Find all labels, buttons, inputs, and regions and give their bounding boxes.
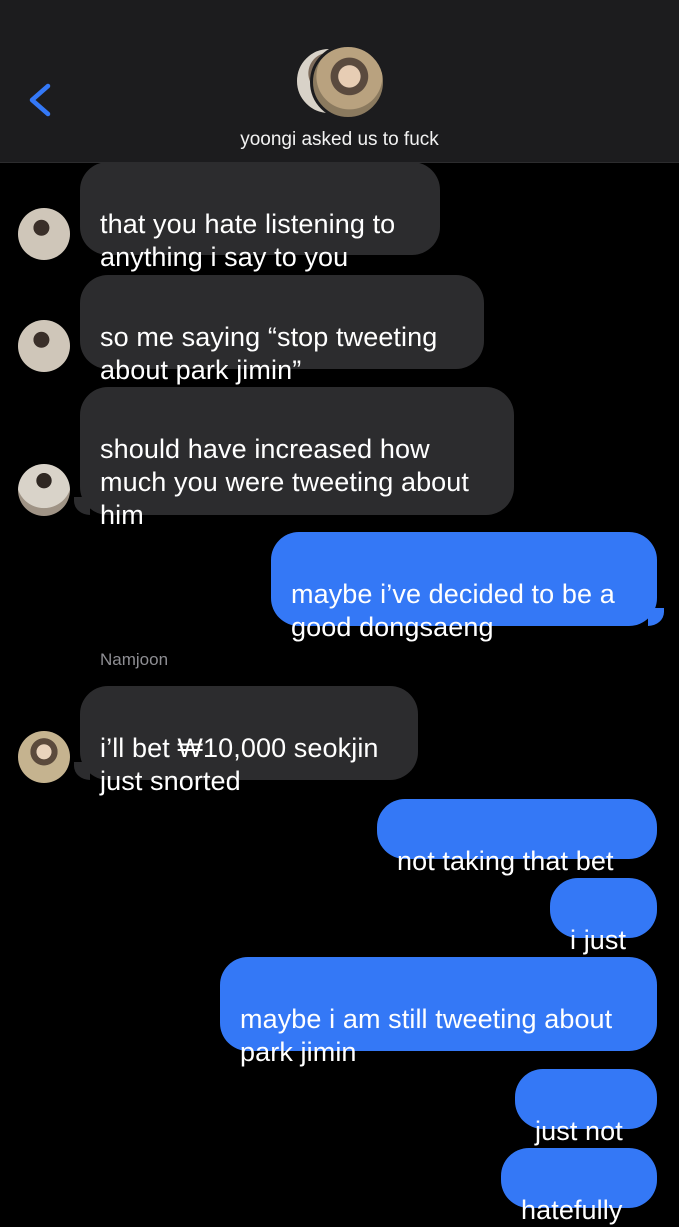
- message-bubble-outgoing[interactable]: maybe i am still tweeting about park jim…: [220, 957, 657, 1067]
- group-avatar[interactable]: [294, 44, 386, 120]
- bubble-tail: [74, 497, 90, 515]
- group-member-avatar: [310, 44, 386, 120]
- sender-avatar[interactable]: [18, 731, 70, 783]
- message-bubble-incoming[interactable]: that you hate listening to anything i sa…: [80, 162, 440, 272]
- conversation-title[interactable]: yoongi asked us to fuck: [0, 129, 679, 151]
- sender-avatar[interactable]: [18, 208, 70, 260]
- message-text: so me saying “stop tweeting about park j…: [100, 322, 438, 385]
- conversation-header: yoongi asked us to fuck: [0, 0, 679, 163]
- message-bubble-outgoing[interactable]: i just: [550, 878, 657, 955]
- message-text: i just: [570, 925, 627, 955]
- sender-avatar[interactable]: [18, 320, 70, 372]
- message-text: just not: [535, 1116, 623, 1146]
- message-text: not taking that bet: [397, 846, 614, 876]
- back-button[interactable]: [22, 78, 62, 122]
- message-bubble-outgoing[interactable]: not taking that bet: [377, 799, 657, 876]
- message-text: should have increased how much you were …: [100, 434, 470, 530]
- sender-name: Namjoon: [100, 650, 169, 669]
- message-bubble-outgoing[interactable]: hatefully: [501, 1148, 657, 1225]
- chevron-left-icon: [29, 83, 51, 117]
- bubble-tail: [648, 608, 664, 626]
- message-bubble-outgoing[interactable]: maybe i’ve decided to be a good dongsaen…: [271, 532, 657, 642]
- message-bubble-incoming[interactable]: so me saying “stop tweeting about park j…: [80, 275, 484, 385]
- message-text: maybe i’ve decided to be a good dongsaen…: [291, 579, 615, 642]
- message-bubble-incoming[interactable]: i’ll bet ₩10,000 seokjin just snorted: [80, 686, 418, 796]
- bubble-tail: [74, 762, 90, 780]
- message-bubble-outgoing[interactable]: just not: [515, 1069, 657, 1146]
- message-bubble-incoming[interactable]: should have increased how much you were …: [80, 387, 514, 530]
- message-text: maybe i am still tweeting about park jim…: [240, 1004, 613, 1067]
- message-text: i’ll bet ₩10,000 seokjin just snorted: [100, 733, 379, 796]
- sender-avatar[interactable]: [18, 464, 70, 516]
- message-text: that you hate listening to anything i sa…: [100, 209, 396, 272]
